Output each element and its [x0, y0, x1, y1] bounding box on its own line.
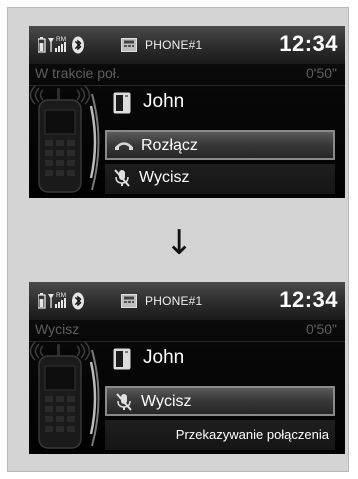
contact-phonebook-icon	[113, 92, 131, 114]
status-icons: RM	[38, 292, 84, 310]
roaming-indicator: RM	[56, 292, 66, 299]
call-state-label: W trakcie poł.	[35, 65, 120, 81]
status-icons: RM	[38, 36, 84, 54]
hang-up-button[interactable]: Rozłącz	[105, 130, 335, 160]
transfer-call-label: Przekazywanie połączenia	[175, 427, 329, 442]
hang-up-icon	[115, 142, 133, 150]
phone-device-icon	[121, 38, 137, 52]
clock: 12:34	[279, 31, 338, 56]
contact-name: John	[143, 91, 185, 112]
bluetooth-icon	[72, 36, 84, 54]
call-duration: 0'50"	[305, 321, 337, 337]
transition-arrow: ↓	[165, 223, 194, 263]
battery-icon	[38, 293, 46, 309]
transfer-call-button[interactable]: Przekazywanie połączenia	[105, 420, 335, 450]
call-state-label: Wycisz	[35, 321, 80, 337]
contact-name: John	[143, 347, 185, 368]
phone-source-label: PHONE#1	[145, 294, 203, 308]
mute-mic-icon	[114, 169, 130, 187]
mute-button[interactable]: Wycisz	[105, 386, 335, 416]
hang-up-label: Rozłącz	[141, 137, 198, 154]
mute-button[interactable]: Wycisz	[105, 164, 335, 194]
mobile-phone-illustration-icon	[29, 86, 100, 193]
contact-phonebook-icon	[113, 348, 131, 370]
status-bar: RM PHONE#1 12:34	[29, 282, 345, 320]
mute-mic-icon	[116, 393, 132, 411]
phone-call-screen-before: RM PHONE#1 12:34 W trakcie poł. 0'50" Jo…	[29, 26, 345, 198]
call-duration: 0'50"	[305, 65, 337, 81]
roaming-indicator: RM	[56, 36, 66, 43]
phone-call-screen-after: RM PHONE#1 12:34 Wycisz 0'50" John Wycis…	[29, 282, 345, 454]
mute-label: Wycisz	[139, 169, 190, 186]
phone-device-icon	[121, 294, 137, 308]
bluetooth-icon	[72, 292, 84, 310]
mobile-phone-illustration-icon	[29, 342, 100, 449]
battery-icon	[38, 37, 46, 53]
status-bar: RM PHONE#1 12:34	[29, 26, 345, 64]
clock: 12:34	[279, 287, 338, 312]
phone-source-label: PHONE#1	[145, 38, 203, 52]
mute-label: Wycisz	[141, 393, 192, 410]
